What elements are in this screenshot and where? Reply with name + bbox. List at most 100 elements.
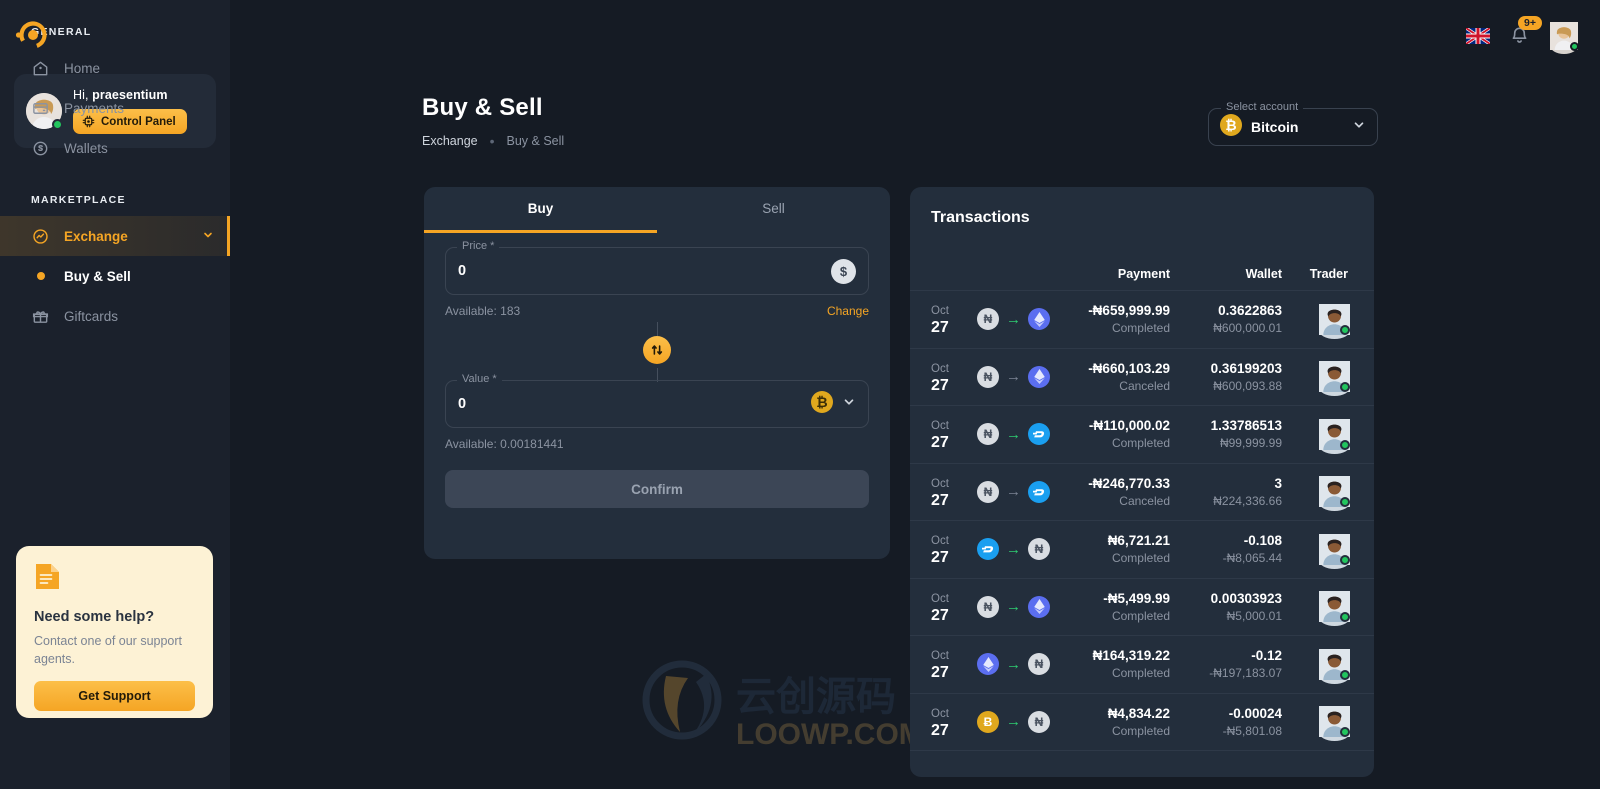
breadcrumb-parent[interactable]: Exchange (422, 134, 478, 148)
transaction-payment-amount: ₦164,319.22 (1092, 648, 1170, 664)
sidebar-item-buy-and-sell[interactable]: Buy & Sell (0, 256, 230, 296)
bitcoin-icon[interactable]: ₿ (811, 390, 833, 418)
transactions-card: Transactions Payment Wallet Trader Oct 27… (910, 187, 1374, 777)
table-row[interactable]: Oct 27 → ₦ ₦164,319.22 Completed -0.12 -₦197,18… (910, 636, 1374, 694)
transaction-trader-cell[interactable] (1282, 361, 1356, 397)
transaction-wallet-amount: 3 (1274, 475, 1282, 491)
gift-icon (31, 307, 53, 326)
transaction-pair: ₦ → (977, 365, 1063, 388)
transaction-trader-cell[interactable] (1282, 591, 1356, 627)
table-row[interactable]: Oct 27 → ₦ ₦6,721.21 Completed -0.108 -₦8,065.4… (910, 521, 1374, 579)
table-row[interactable]: Oct 27 ₦ → -₦5,499.99 Completed 0.00303923 ₦5,0… (910, 579, 1374, 636)
sidebar-item-payments[interactable]: Payments (0, 88, 230, 128)
transaction-trader-cell[interactable] (1282, 418, 1356, 454)
get-support-button[interactable]: Get Support (34, 681, 195, 712)
nav-section-marketplace: MARKETPLACE (31, 194, 126, 206)
table-row[interactable]: Oct 27 ₦ → -₦110,000.02 Completed 1.33786513 ₦9… (910, 406, 1374, 464)
transaction-trader-cell[interactable] (1282, 533, 1356, 569)
transaction-payment-amount: ₦6,721.21 (1107, 533, 1170, 549)
swap-vertical-icon (651, 345, 663, 355)
bitcoin-icon: ₿ (1220, 113, 1242, 141)
arrow-right-icon: → (1006, 310, 1021, 328)
exchange-card: Buy Sell Price * $ Available: 183 Change… (424, 187, 890, 559)
transaction-trader-cell[interactable] (1282, 303, 1356, 339)
table-row[interactable]: Oct 27 ₦ → -₦246,770.33 Canceled 3 ₦224,336.66 (910, 464, 1374, 521)
price-input[interactable] (458, 263, 831, 279)
transaction-month: Oct (931, 477, 949, 490)
notifications-button[interactable]: 9+ (1509, 16, 1542, 48)
select-account-dropdown[interactable]: Select account ₿ Bitcoin (1208, 101, 1378, 146)
uk-flag-icon[interactable] (1465, 26, 1491, 46)
transaction-day: 27 (931, 664, 949, 682)
sidebar-item-giftcards[interactable]: Giftcards (0, 296, 230, 336)
transaction-trader-cell[interactable] (1282, 706, 1356, 742)
transaction-date: Oct 27 (931, 704, 977, 740)
coin-icon (31, 139, 53, 158)
coin-icon-btc: Ƀ (977, 710, 999, 733)
coin-icon-ngn: ₦ (1028, 710, 1050, 733)
transaction-payment-amount: -₦659,999.99 (1088, 303, 1170, 319)
transaction-status: Canceled (1119, 378, 1170, 393)
price-available: Available: 183 (445, 304, 521, 318)
transaction-wallet-amount: -0.00024 (1228, 705, 1282, 721)
transaction-day: 27 (931, 491, 949, 509)
transaction-payment-amount: -₦110,000.02 (1088, 418, 1170, 434)
price-field[interactable]: Price * $ (445, 240, 869, 295)
transaction-month: Oct (931, 362, 949, 375)
table-row[interactable]: Oct 27 Ƀ → ₦ ₦4,834.22 Completed -0.00024 -₦5,80… (910, 694, 1374, 751)
app-logo[interactable] (14, 18, 48, 52)
bullet-dot-icon (37, 272, 45, 280)
chevron-down-icon[interactable] (842, 395, 856, 414)
arrow-right-icon: → (1006, 598, 1021, 616)
transaction-date: Oct 27 (931, 531, 977, 567)
transaction-payment-cell: -₦660,103.29 Canceled (1063, 361, 1178, 393)
transaction-wallet-cell: -0.108 -₦8,065.44 (1178, 533, 1282, 565)
user-avatar-button[interactable] (1550, 22, 1579, 54)
transaction-pair: ₦ → (977, 423, 1063, 446)
transaction-wallet-cell: 1.33786513 ₦99,999.99 (1178, 418, 1282, 450)
sidebar-item-exchange[interactable]: Exchange (0, 216, 230, 256)
sidebar-item-wallets[interactable]: Wallets (0, 128, 230, 168)
transaction-payment-cell: -₦659,999.99 Completed (1063, 303, 1178, 335)
transaction-wallet-subamount: ₦5,000.01 (1226, 608, 1282, 623)
swap-line-top (657, 322, 658, 336)
tab-sell[interactable]: Sell (657, 187, 890, 233)
transaction-status: Completed (1111, 723, 1170, 738)
transaction-date: Oct 27 (931, 474, 977, 510)
arrow-right-icon: → (1006, 425, 1021, 443)
transaction-wallet-amount: 1.33786513 (1210, 418, 1282, 434)
document-icon (34, 564, 61, 595)
transaction-wallet-subamount: -₦197,183.07 (1209, 666, 1282, 681)
transaction-status: Completed (1111, 436, 1170, 451)
confirm-button[interactable]: Confirm (445, 470, 869, 508)
transaction-trader-cell[interactable] (1282, 648, 1356, 684)
breadcrumb: Exchange • Buy & Sell (422, 133, 565, 149)
watermark: 云创源码 LOOWP.COM (636, 648, 936, 751)
coin-icon-dash (1028, 423, 1050, 446)
swap-button[interactable] (643, 336, 671, 364)
buy-sell-tabs: Buy Sell (424, 187, 890, 233)
table-row[interactable]: Oct 27 ₦ → -₦660,103.29 Canceled 0.36199203 ₦60… (910, 349, 1374, 406)
home-icon (31, 59, 53, 78)
sidebar-item-home[interactable]: Home (0, 48, 230, 88)
coin-icon-ngn: ₦ (1028, 538, 1050, 561)
sidebar-item-label: Payments (64, 100, 125, 116)
transaction-payment-amount: -₦660,103.29 (1088, 360, 1170, 376)
transaction-wallet-amount: -0.108 (1243, 533, 1282, 549)
transaction-wallet-cell: -0.12 -₦197,183.07 (1178, 648, 1282, 680)
transaction-status: Canceled (1119, 493, 1170, 508)
value-field[interactable]: Value * ₿ (445, 373, 869, 428)
transaction-trader-cell[interactable] (1282, 476, 1356, 512)
change-currency-link[interactable]: Change (827, 304, 869, 318)
exchange-icon (31, 227, 53, 246)
transaction-status: Completed (1111, 666, 1170, 681)
transaction-date: Oct 27 (931, 301, 977, 337)
transaction-pair: ₦ → (977, 480, 1063, 503)
dollar-icon[interactable]: $ (831, 258, 856, 284)
table-row[interactable]: Oct 27 ₦ → -₦659,999.99 Completed 0.3622863 ₦60… (910, 291, 1374, 349)
transaction-wallet-amount: -0.12 (1251, 648, 1282, 664)
transaction-wallet-cell: 0.36199203 ₦600,093.88 (1178, 361, 1282, 393)
tab-buy[interactable]: Buy (424, 187, 657, 233)
value-input[interactable] (458, 396, 811, 412)
avatar (1319, 706, 1350, 742)
